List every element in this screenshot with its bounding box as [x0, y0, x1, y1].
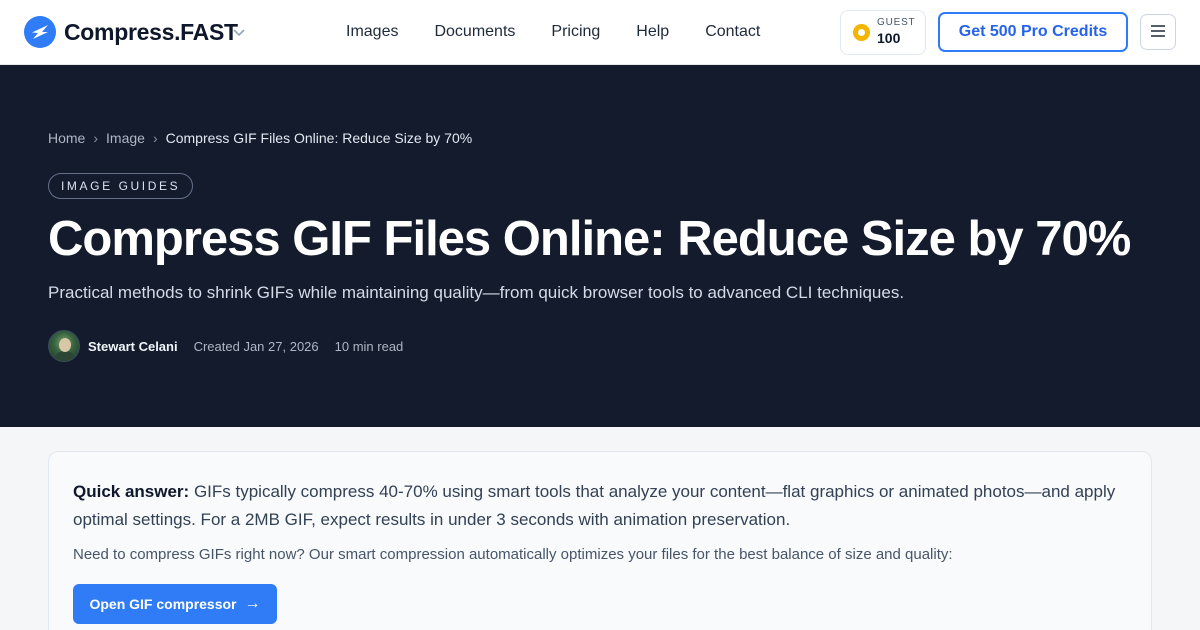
page-subtitle: Practical methods to shrink GIFs while m…	[48, 283, 905, 302]
credits-value: 100	[877, 30, 901, 46]
credits-badge[interactable]: GUEST 100	[840, 10, 926, 55]
nav-pricing[interactable]: Pricing	[533, 23, 618, 41]
created-date: Created Jan 27, 2026	[193, 338, 319, 354]
quick-answer-text: Quick answer: GIFs typically compress 40…	[73, 478, 1123, 534]
author-name[interactable]: Stewart Celani	[88, 339, 178, 354]
breadcrumb-separator-icon: ›	[93, 130, 99, 146]
arrow-right-icon: →	[244, 595, 261, 612]
brand-name: Compress.FAST	[64, 18, 238, 45]
article-hero: Home › Image › Compress GIF Files Online…	[0, 65, 1200, 427]
menu-button[interactable]	[1140, 14, 1176, 50]
nav-images[interactable]: Images	[328, 23, 416, 41]
nav-documents[interactable]: Documents	[416, 23, 533, 41]
category-tag[interactable]: IMAGE GUIDES	[48, 173, 194, 199]
read-time: 10 min read	[334, 338, 404, 354]
site-header: Compress.FAST Images Documents Pricing H…	[0, 0, 1200, 65]
quick-answer-label: Quick answer:	[73, 482, 190, 501]
breadcrumb-separator-icon: ›	[152, 130, 158, 146]
logo-link[interactable]: Compress.FAST	[24, 16, 238, 48]
lightning-logo-icon	[24, 16, 56, 48]
breadcrumb: Home › Image › Compress GIF Files Online…	[48, 130, 472, 146]
quick-answer-body: GIFs typically compress 40-70% using sma…	[73, 482, 1116, 529]
cta-label: Open GIF compressor	[89, 596, 237, 612]
credits-label: GUEST	[877, 17, 916, 28]
breadcrumb-current: Compress GIF Files Online: Reduce Size b…	[165, 130, 473, 146]
hamburger-icon	[1150, 24, 1166, 40]
page-title: Compress GIF Files Online: Reduce Size b…	[48, 212, 1131, 266]
quick-answer-card: Quick answer: GIFs typically compress 40…	[48, 451, 1152, 630]
coin-icon	[853, 24, 870, 41]
author-avatar[interactable]	[48, 330, 80, 362]
main-nav: Images Documents Pricing Help Contact	[328, 0, 778, 64]
get-pro-credits-button[interactable]: Get 500 Pro Credits	[938, 12, 1128, 52]
open-gif-compressor-button[interactable]: Open GIF compressor →	[73, 584, 277, 624]
chevron-down-icon[interactable]	[232, 26, 246, 40]
nav-help[interactable]: Help	[618, 23, 687, 41]
breadcrumb-image[interactable]: Image	[106, 130, 145, 146]
author-meta: Stewart Celani Created Jan 27, 2026 10 m…	[48, 330, 403, 362]
quick-answer-note: Need to compress GIFs right now? Our sma…	[73, 546, 953, 563]
breadcrumb-home[interactable]: Home	[48, 130, 85, 146]
nav-contact[interactable]: Contact	[687, 23, 778, 41]
